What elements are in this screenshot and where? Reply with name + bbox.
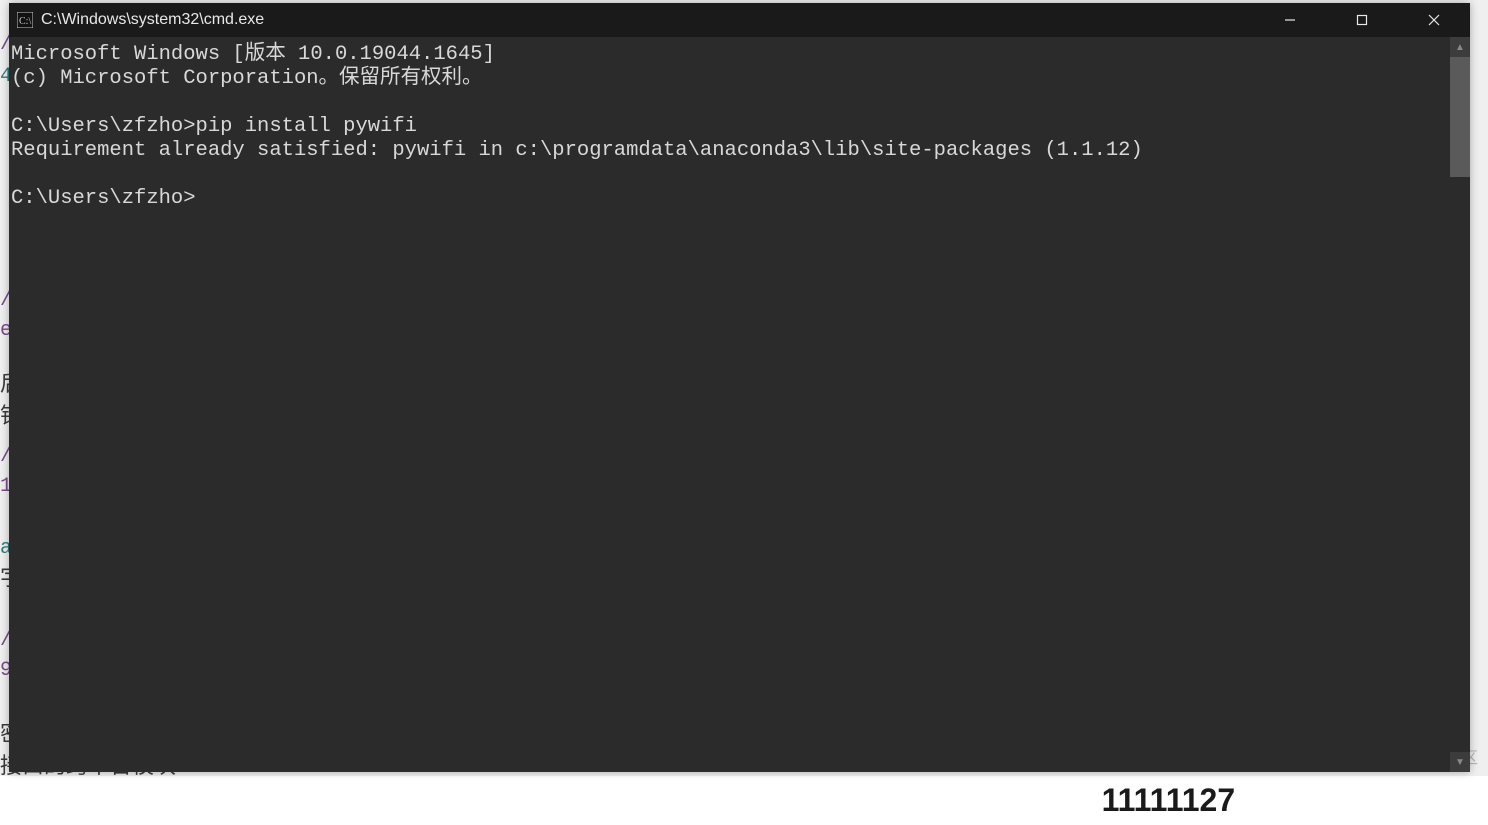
close-button[interactable]: [1398, 3, 1470, 37]
scroll-thumb[interactable]: [1450, 57, 1470, 177]
cmd-window: C:\ C:\Windows\system32\cmd.exe Microsof…: [9, 3, 1470, 772]
titlebar[interactable]: C:\ C:\Windows\system32\cmd.exe: [9, 3, 1470, 37]
scroll-down-button[interactable]: ▼: [1450, 752, 1470, 772]
scrollbar-vertical[interactable]: ▲ ▼: [1450, 37, 1470, 772]
cmd-icon: C:\: [17, 12, 33, 28]
page-backdrop: //p6-juejin.byteimg.com/tos-cn-i-4 -wate…: [0, 0, 1488, 776]
terminal-output[interactable]: Microsoft Windows [版本 10.0.19044.1645] (…: [9, 37, 1450, 772]
maximize-button[interactable]: [1326, 3, 1398, 37]
password-entry: 11111127: [1102, 776, 1244, 825]
minimize-button[interactable]: [1254, 3, 1326, 37]
scroll-up-button[interactable]: ▲: [1450, 37, 1470, 57]
window-title: C:\Windows\system32\cmd.exe: [41, 11, 264, 29]
svg-text:C:\: C:\: [19, 16, 31, 27]
